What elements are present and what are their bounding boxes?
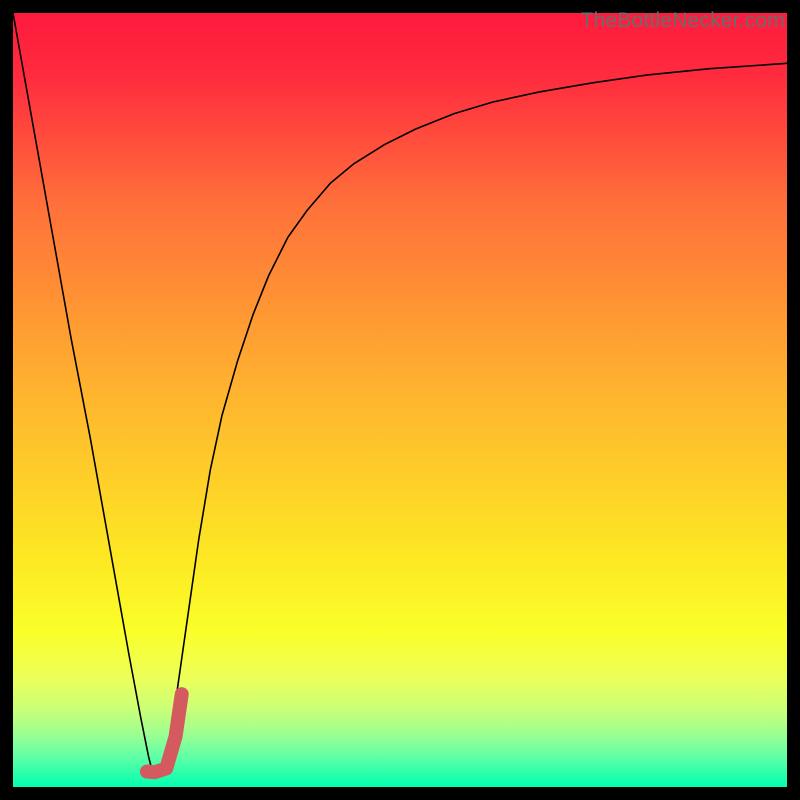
bottleneck-chart [13,13,787,787]
gradient-background [13,13,787,787]
watermark-text: TheBottleNecker.com [580,9,785,33]
chart-frame: TheBottleNecker.com [13,13,787,787]
